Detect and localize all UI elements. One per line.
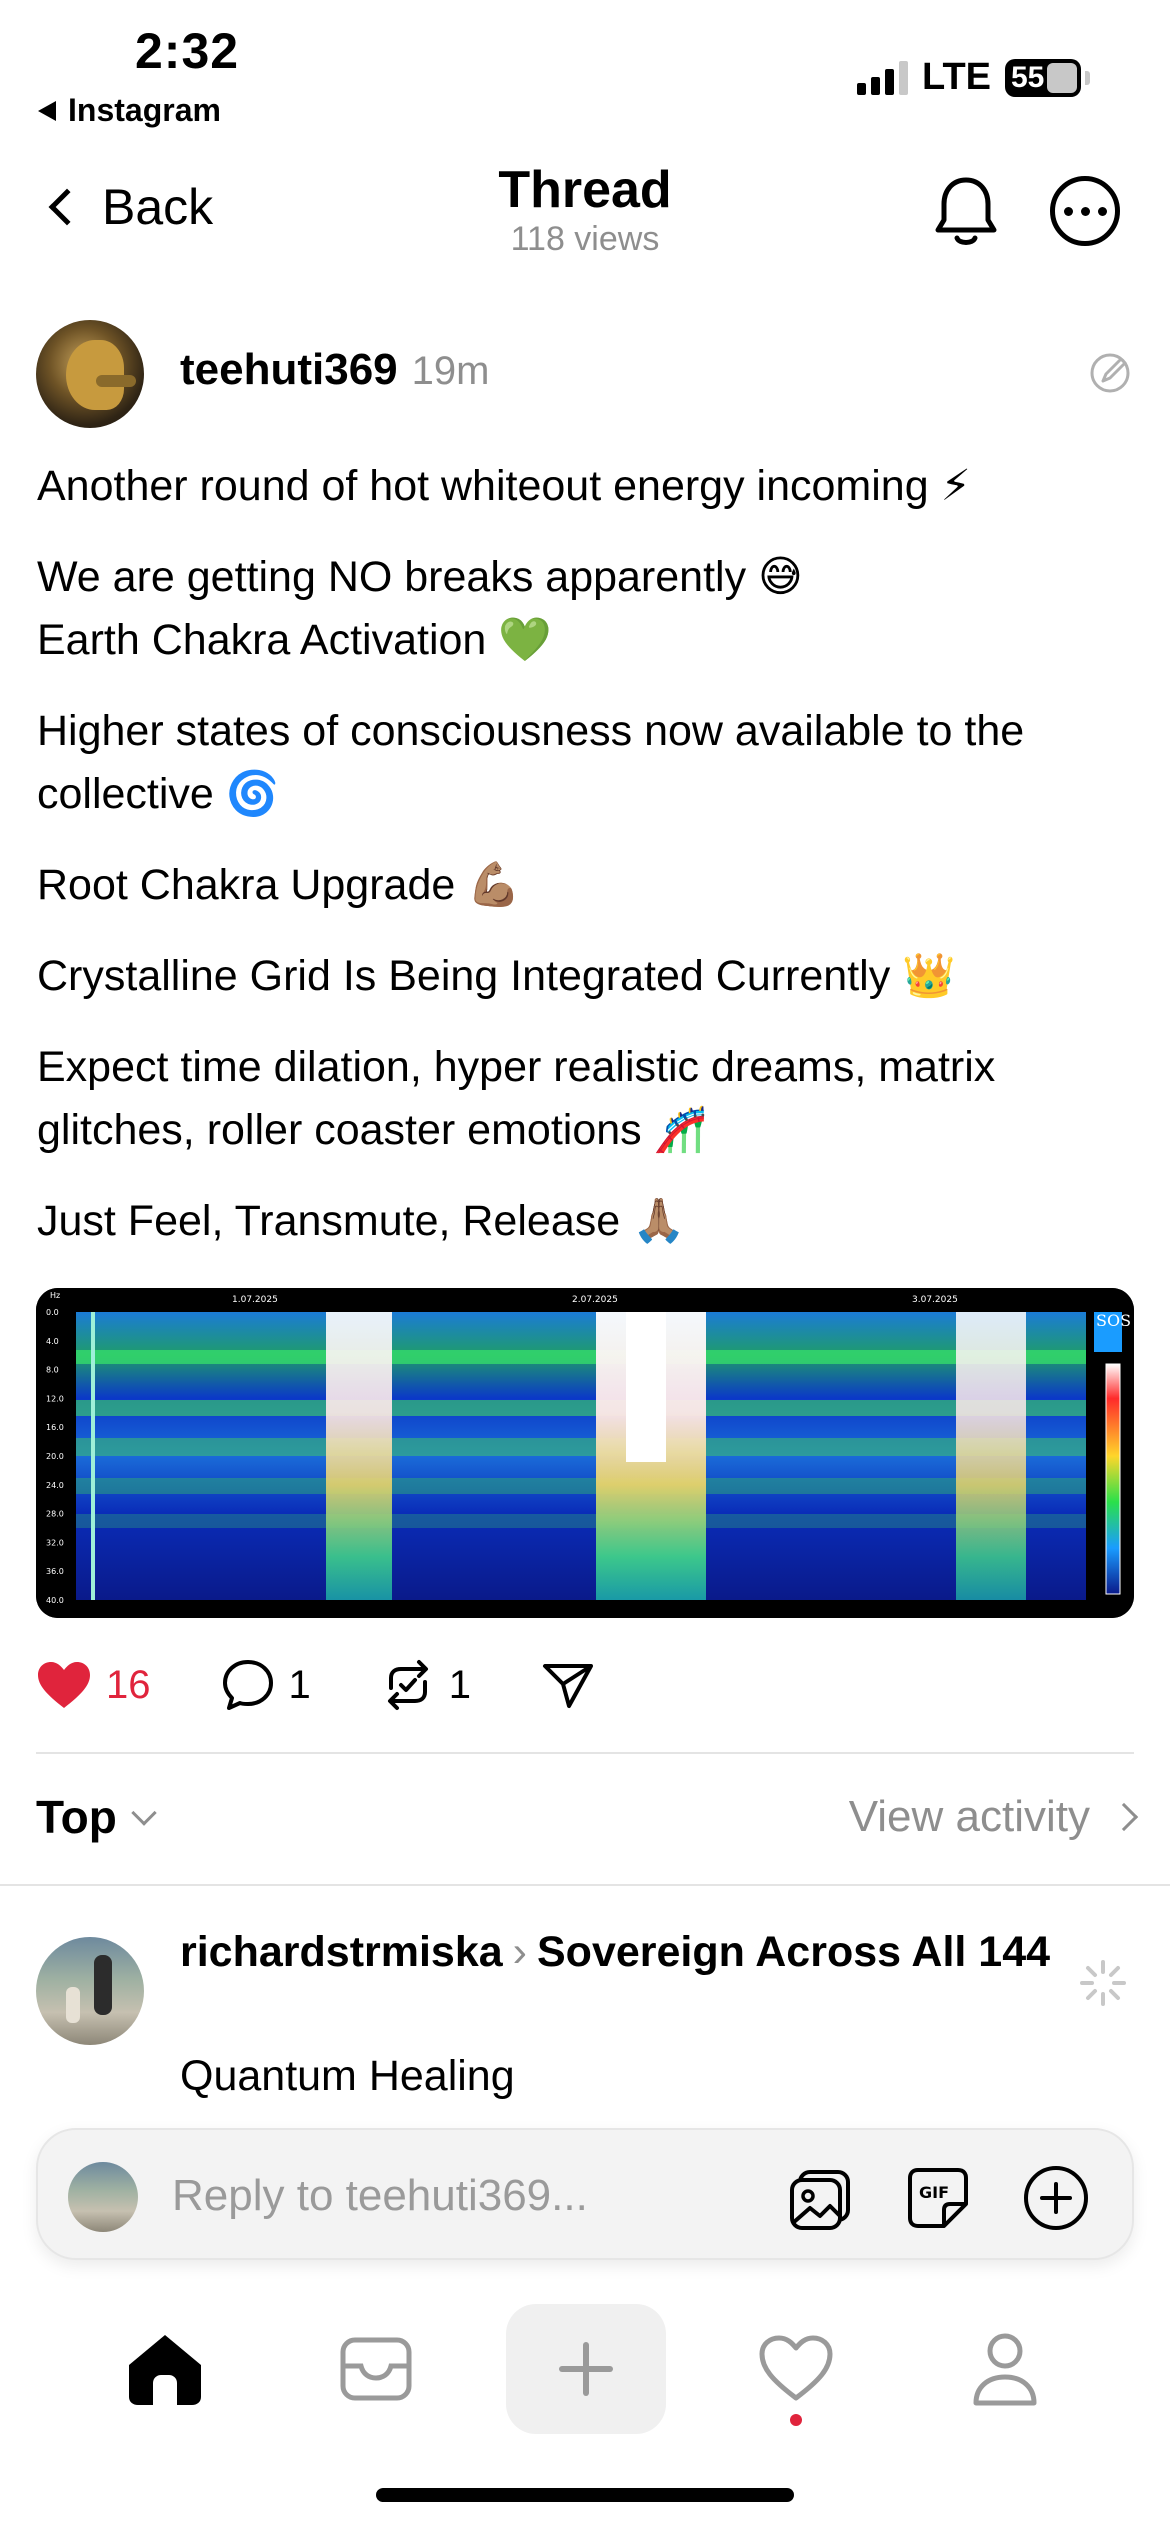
inbox-icon: [340, 2337, 412, 2401]
post-paragraph: Crystalline Grid Is Being Integrated Cur…: [37, 952, 956, 1000]
y-tick-label: 40.0: [46, 1596, 64, 1605]
post-paragraph: Just Feel, Transmute, Release 🙏🏽: [37, 1197, 686, 1245]
battery-icon: 55: [1005, 58, 1081, 97]
post-paragraph: Higher states of consciousness now avail…: [37, 707, 1025, 818]
divider: [0, 1884, 1170, 1886]
logo-label: SOS 70: [1096, 1311, 1134, 1330]
y-tick-label: 4.0: [46, 1337, 59, 1346]
avatar[interactable]: [36, 320, 144, 428]
post-paragraph: Earth Chakra Activation 💚: [37, 616, 552, 664]
sort-label: Top: [36, 1791, 117, 1843]
composer-avatar: [68, 2162, 138, 2232]
share-icon: [543, 1664, 593, 1708]
back-app-label: Instagram: [68, 92, 221, 128]
status-indicators: LTE 55: [857, 56, 1090, 99]
reply-text: Quantum Healing: [180, 2052, 515, 2100]
bell-icon[interactable]: [932, 172, 1000, 250]
reply-composer: GIF: [36, 2128, 1134, 2260]
share-button[interactable]: [541, 1660, 595, 1710]
activity-notification-dot: [790, 2414, 802, 2426]
sort-dropdown[interactable]: Top: [36, 1790, 157, 1844]
view-activity-label: View activity: [848, 1792, 1090, 1841]
y-tick-label: 0.0: [46, 1308, 59, 1317]
repost-count: 1: [448, 1662, 471, 1707]
post-author[interactable]: teehuti369: [180, 345, 398, 395]
battery-level: 55: [1011, 60, 1045, 94]
heart-icon: [38, 1662, 90, 1708]
tab-home[interactable]: [85, 2304, 245, 2434]
y-tick-label: 28.0: [46, 1510, 64, 1519]
svg-text:GIF: GIF: [919, 2183, 949, 2202]
y-tick-label: 8.0: [46, 1366, 59, 1375]
more-icon[interactable]: [1050, 176, 1120, 246]
profile-icon: [973, 2333, 1037, 2406]
reply-avatar[interactable]: [36, 1937, 144, 2045]
post-paragraph: Root Chakra Upgrade 💪🏽: [37, 861, 521, 909]
post-paragraph: Expect time dilation, hyper realistic dr…: [37, 1043, 996, 1154]
home-icon: [129, 2335, 201, 2405]
post-body: Another round of hot whiteout energy inc…: [37, 455, 1147, 1281]
date-label: 2.07.2025: [572, 1295, 618, 1305]
tab-new-thread[interactable]: [506, 2304, 666, 2434]
post-image[interactable]: 1.07.2025 2.07.2025 3.07.2025 Hz 0.0 4.0 8…: [36, 1288, 1134, 1618]
like-button[interactable]: 16: [36, 1660, 151, 1710]
view-activity-link[interactable]: View activity: [848, 1792, 1139, 1842]
reply-community[interactable]: Sovereign Across All 144: [537, 1928, 1050, 1976]
post-author-row: teehuti369 19m: [180, 345, 489, 395]
reply-input[interactable]: [172, 2160, 732, 2232]
plus-icon: [559, 2342, 613, 2396]
signal-icon: [857, 60, 909, 95]
tab-inbox[interactable]: [296, 2304, 456, 2434]
chevron-down-icon: [131, 1800, 157, 1826]
home-indicator: [376, 2488, 794, 2502]
y-tick-label: 20.0: [46, 1452, 64, 1461]
add-icon[interactable]: [1022, 2164, 1090, 2232]
like-count: 16: [106, 1662, 151, 1707]
edit-icon[interactable]: [1087, 350, 1133, 396]
y-tick-label: 16.0: [46, 1423, 64, 1432]
gif-icon[interactable]: GIF: [904, 2164, 972, 2232]
heart-tab-icon: [759, 2335, 833, 2401]
y-tick-label: 24.0: [46, 1481, 64, 1490]
post-actions: 16 1 1: [36, 1655, 665, 1715]
post-paragraph: We are getting NO breaks apparently 😅: [37, 553, 803, 601]
y-unit-label: Hz: [50, 1291, 60, 1300]
repost-button[interactable]: 1: [381, 1658, 471, 1712]
loading-icon: [1080, 1960, 1126, 2006]
spectrogram-image: 1.07.2025 2.07.2025 3.07.2025 Hz 0.0 4.0 8…: [36, 1288, 1134, 1618]
chevron-right-icon: [1109, 1802, 1139, 1832]
bottom-tab-bar: [0, 2290, 1170, 2450]
back-to-app-link[interactable]: Instagram: [38, 92, 221, 129]
post-time: 19m: [411, 349, 490, 393]
y-tick-label: 32.0: [46, 1538, 64, 1547]
y-tick-label: 12.0: [46, 1394, 64, 1403]
network-label: LTE: [922, 56, 991, 98]
reply-header: richardstrmiska › Sovereign Across All 144: [180, 1925, 1080, 1980]
sort-row: Top View activity: [36, 1790, 1139, 1844]
tab-profile[interactable]: [925, 2304, 1085, 2434]
repost-icon: [387, 1660, 428, 1710]
date-label: 1.07.2025: [232, 1295, 278, 1305]
chevron-right-icon: ›: [512, 1928, 527, 1976]
date-label: 3.07.2025: [912, 1295, 958, 1305]
gallery-icon[interactable]: [786, 2164, 854, 2232]
divider: [36, 1752, 1134, 1754]
back-triangle-icon: [38, 100, 56, 121]
thread-header: Back Thread 118 views: [0, 150, 1170, 270]
reply-author[interactable]: richardstrmiska: [180, 1928, 503, 1976]
comment-count: 1: [288, 1662, 311, 1707]
comment-button[interactable]: 1: [221, 1658, 311, 1712]
status-time: 2:32: [135, 23, 240, 79]
y-tick-label: 36.0: [46, 1567, 64, 1576]
comment-icon: [222, 1660, 273, 1710]
post-paragraph: Another round of hot whiteout energy inc…: [37, 462, 971, 510]
